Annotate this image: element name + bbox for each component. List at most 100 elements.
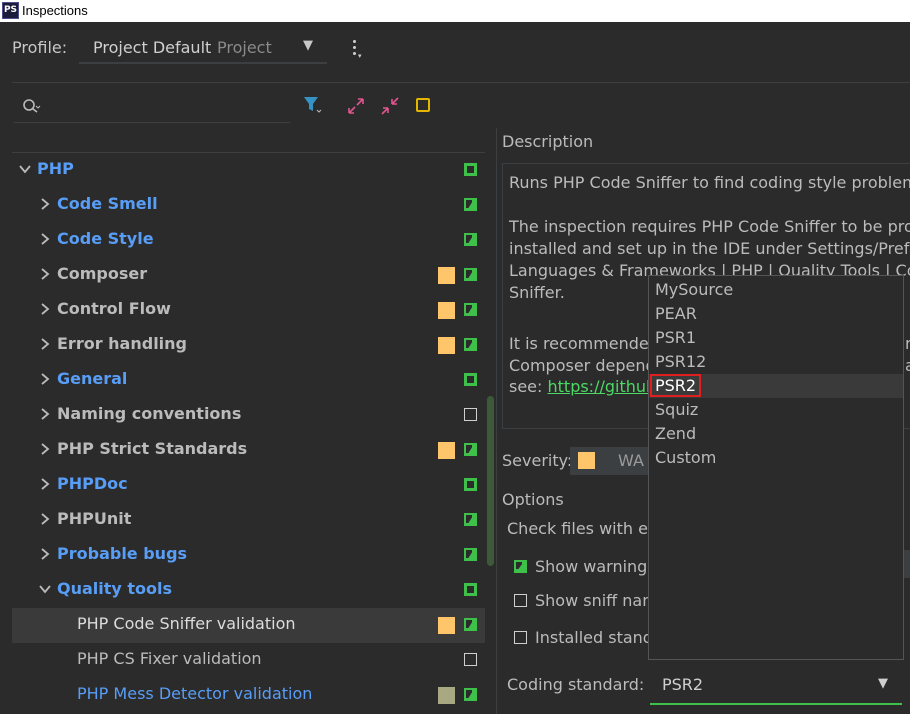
tree-leaf-row[interactable]: PHP Code Sniffer validation — [12, 608, 485, 643]
enabled-checkbox[interactable] — [464, 408, 477, 421]
severity-label: Severity: — [502, 451, 573, 470]
enabled-checkbox[interactable] — [464, 478, 477, 491]
coding-standard-label: Coding standard: — [507, 675, 645, 694]
description-see-line: see: https://github — [509, 377, 657, 396]
tree-group-row[interactable]: PHP — [12, 153, 485, 188]
tree-item-label: General — [57, 369, 128, 388]
tree-item-label: PHP CS Fixer validation — [77, 649, 262, 668]
chevron-right-icon[interactable] — [38, 232, 52, 246]
popup-option-pear[interactable]: PEAR — [649, 302, 903, 326]
reset-icon[interactable] — [416, 98, 430, 112]
inspection-tree[interactable]: PHP Code Smell Code Style Composer Control F… — [12, 128, 497, 714]
tree-leaf-row[interactable]: PHP Mess Detector validation — [12, 678, 485, 713]
show-sniff-checkbox[interactable] — [514, 594, 527, 607]
severity-dropdown[interactable]: WA — [570, 447, 650, 475]
enabled-checkbox[interactable] — [464, 443, 477, 456]
enabled-checkbox[interactable] — [464, 548, 477, 561]
check-files-text: Check files with ex — [507, 519, 658, 538]
enabled-checkbox[interactable] — [464, 163, 477, 176]
chevron-down-icon: ▼ — [878, 676, 888, 691]
enabled-checkbox[interactable] — [464, 268, 477, 281]
enabled-checkbox[interactable] — [464, 373, 477, 386]
expand-all-icon[interactable] — [346, 96, 366, 116]
chevron-right-icon[interactable] — [38, 442, 52, 456]
tree-leaf-row[interactable]: PHP CS Fixer validation — [12, 643, 485, 678]
enabled-checkbox[interactable] — [464, 618, 477, 631]
tree-group-row[interactable]: Quality tools — [12, 573, 485, 608]
tree-item-label: Composer — [57, 264, 148, 283]
chevron-right-icon[interactable] — [38, 267, 52, 281]
filter-icon[interactable] — [303, 95, 323, 115]
enabled-checkbox[interactable] — [464, 653, 477, 666]
more-options-icon[interactable]: ▾ — [348, 38, 362, 60]
chevron-right-icon[interactable] — [38, 477, 52, 491]
tree-group-row[interactable]: Composer — [12, 258, 485, 293]
popup-option-label: Custom — [655, 448, 717, 467]
show-warning-checkbox[interactable] — [514, 560, 527, 573]
tree-group-row[interactable]: Probable bugs — [12, 538, 485, 573]
tree-group-row[interactable]: Error handling — [12, 328, 485, 363]
enabled-checkbox[interactable] — [464, 688, 477, 701]
chevron-right-icon[interactable] — [38, 372, 52, 386]
profile-name: Project Default — [93, 38, 212, 57]
phpstorm-app-icon: PS — [2, 2, 19, 19]
search-input[interactable] — [14, 92, 290, 123]
tree-group-row[interactable]: Naming conventions — [12, 398, 485, 433]
popup-option-custom[interactable]: Custom — [649, 446, 903, 470]
tree-scrollbar[interactable] — [487, 396, 494, 566]
coding-standard-dropdown[interactable]: PSR2 ▼ — [650, 663, 902, 705]
popup-option-label: PEAR — [655, 304, 697, 323]
tree-item-label: Code Smell — [57, 194, 158, 213]
popup-option-squiz[interactable]: Squiz — [649, 398, 903, 422]
enabled-checkbox[interactable] — [464, 583, 477, 596]
enabled-checkbox[interactable] — [464, 233, 477, 246]
collapse-all-icon[interactable] — [380, 96, 400, 116]
tree-group-row[interactable]: PHPUnit — [12, 503, 485, 538]
description-line: It is recommended — [509, 334, 659, 353]
tree-item-label: Naming conventions — [57, 404, 242, 423]
chevron-right-icon[interactable] — [38, 337, 52, 351]
tree-group-row[interactable]: Code Style — [12, 223, 485, 258]
enabled-checkbox[interactable] — [464, 198, 477, 211]
popup-option-psr12[interactable]: PSR12 — [649, 350, 903, 374]
popup-option-zend[interactable]: Zend — [649, 422, 903, 446]
chevron-right-icon[interactable] — [38, 197, 52, 211]
options-label: Options — [502, 490, 564, 509]
coding-standard-value: PSR2 — [662, 675, 704, 694]
popup-option-label: Squiz — [655, 400, 699, 419]
enabled-checkbox[interactable] — [464, 513, 477, 526]
chevron-right-icon[interactable] — [38, 407, 52, 421]
description-line: installed and set up in the IDE under Se… — [509, 239, 910, 258]
popup-option-mysource[interactable]: MySource — [649, 278, 903, 302]
chevron-right-icon[interactable] — [38, 302, 52, 316]
severity-color-swatch — [438, 337, 455, 354]
tree-item-label: Code Style — [57, 229, 154, 248]
chevron-right-icon[interactable] — [38, 547, 52, 561]
enabled-checkbox[interactable] — [464, 338, 477, 351]
enabled-checkbox[interactable] — [464, 303, 477, 316]
tree-group-row[interactable]: PHP Strict Standards — [12, 433, 485, 468]
description-line: Sniffer. — [509, 283, 565, 302]
github-link[interactable]: https://github — [548, 377, 657, 396]
popup-option-label: MySource — [655, 280, 734, 299]
chevron-down-icon[interactable] — [38, 582, 52, 596]
profile-dropdown[interactable]: Project Default Project ▼ — [79, 32, 327, 64]
tree-group-row[interactable]: PHPDoc — [12, 468, 485, 503]
chevron-down-icon[interactable] — [18, 162, 32, 176]
tree-group-row[interactable]: Control Flow — [12, 293, 485, 328]
popup-option-psr1[interactable]: PSR1 — [649, 326, 903, 350]
popup-option-label: PSR2 — [649, 374, 702, 397]
installed-standards-checkbox[interactable] — [514, 631, 527, 644]
profile-label: Profile: — [12, 38, 68, 57]
tree-item-label: PHP Code Sniffer validation — [77, 614, 296, 633]
tree-item-label: PHPDoc — [57, 474, 128, 493]
tree-group-row[interactable]: Code Smell — [12, 188, 485, 223]
coding-standard-popup[interactable]: MySource PEAR PSR1 PSR12 PSR2 Squiz Zend Custom — [648, 275, 904, 660]
popup-option-psr2[interactable]: PSR2 — [649, 374, 903, 398]
tree-item-label: PHP — [37, 159, 74, 178]
chevron-right-icon[interactable] — [38, 512, 52, 526]
severity-color-swatch — [578, 452, 595, 469]
search-icon — [23, 99, 41, 113]
show-sniff-label: Show sniff nam — [535, 591, 658, 610]
tree-group-row[interactable]: General — [12, 363, 485, 398]
